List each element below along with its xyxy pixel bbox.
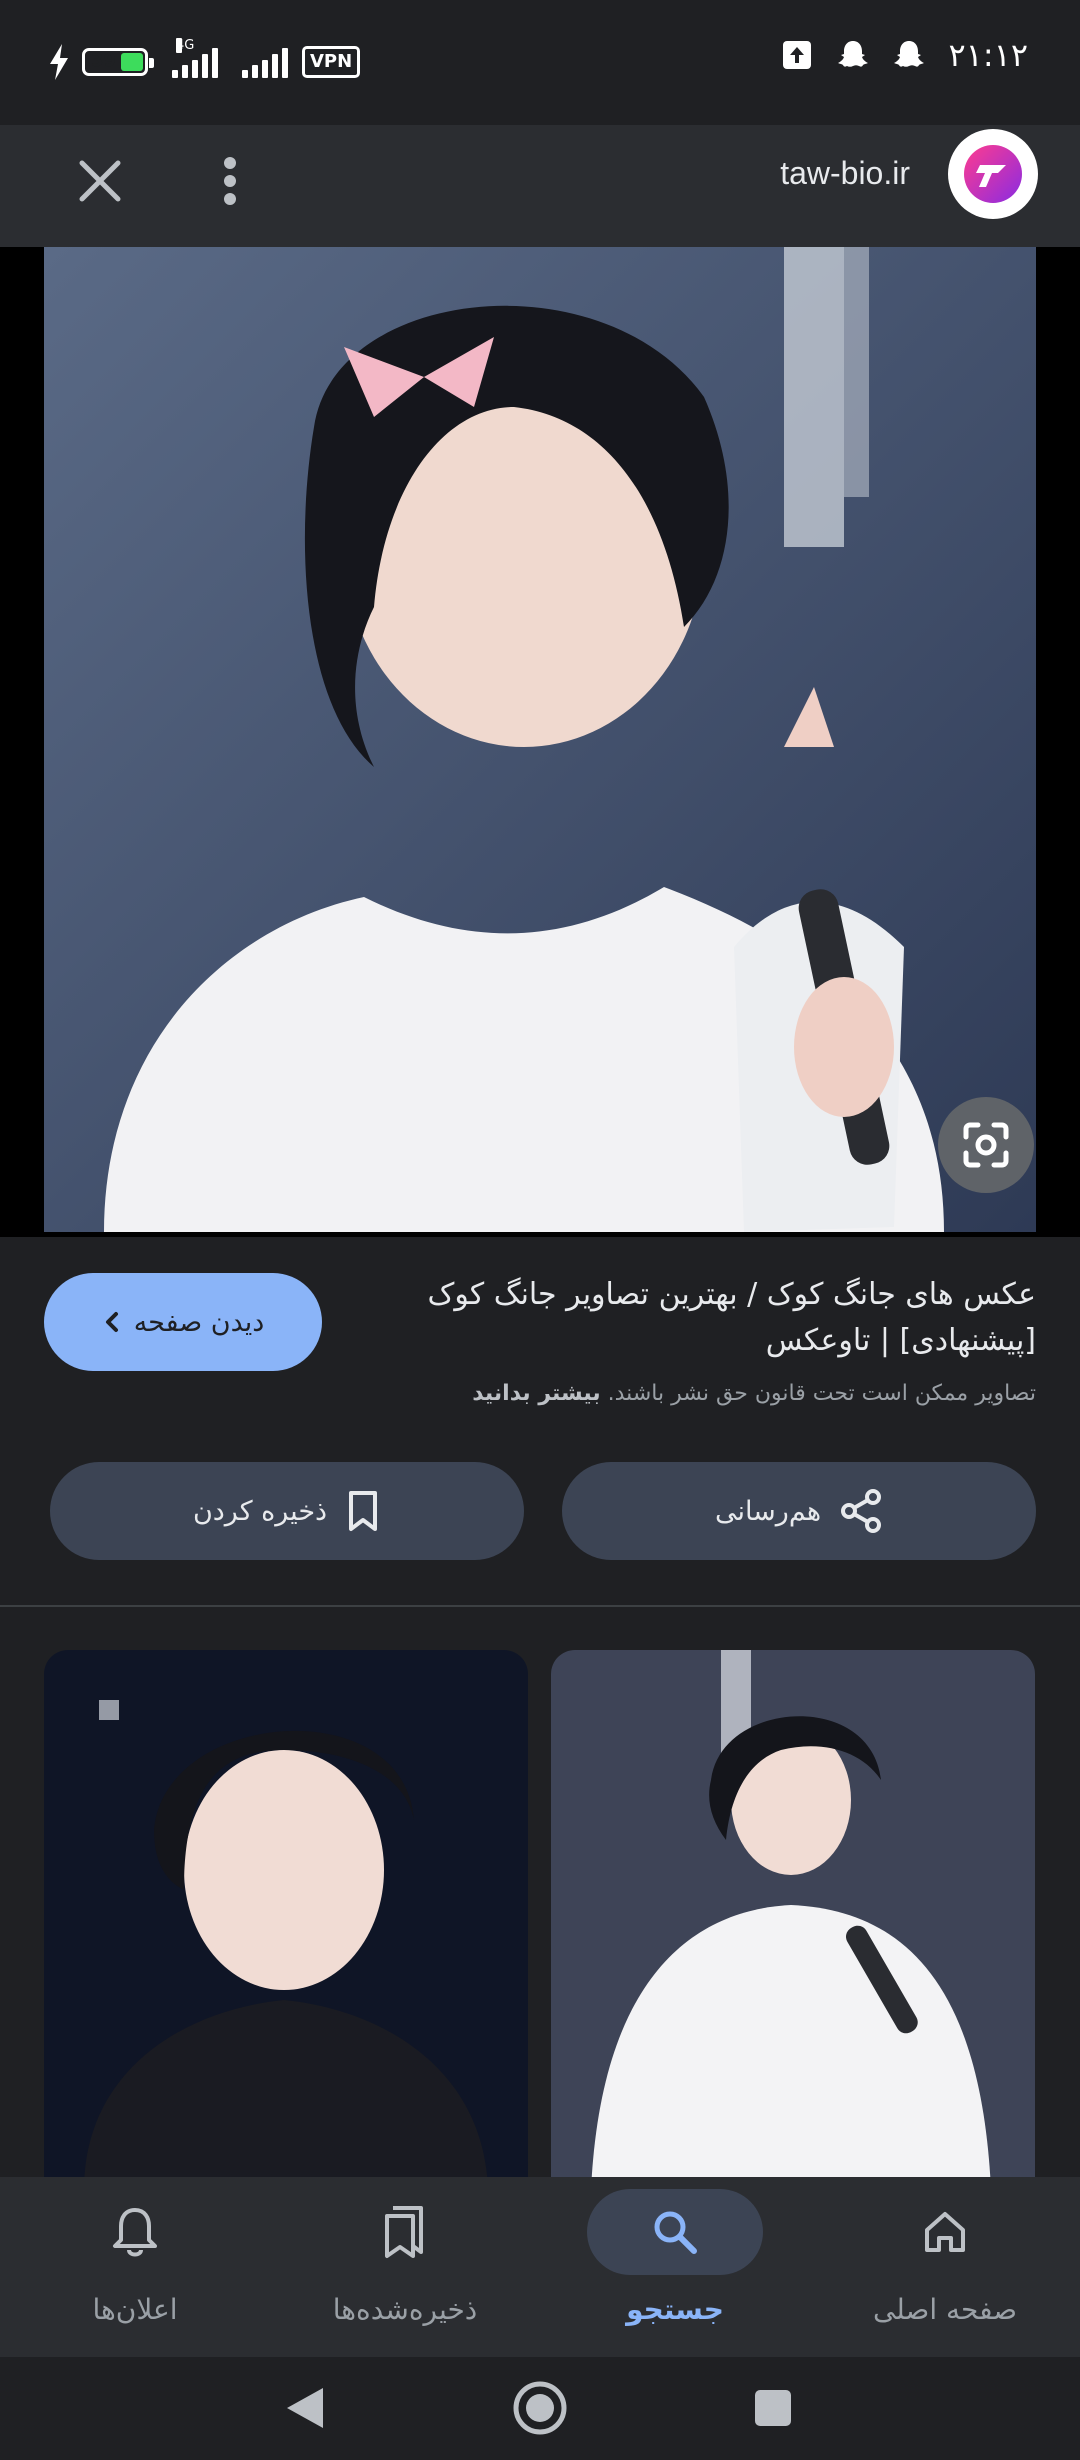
share-label: هم‌رسانی — [714, 1495, 822, 1527]
search-icon — [654, 2211, 697, 2254]
back-triangle-icon — [287, 2388, 323, 2428]
vpn-badge: VPN — [302, 46, 361, 78]
snapchat-icon — [838, 41, 869, 67]
close-icon — [79, 160, 121, 202]
system-back-button[interactable] — [270, 2373, 340, 2443]
google-lens-button[interactable] — [938, 1097, 1034, 1193]
share-button[interactable]: هم‌رسانی — [562, 1462, 1036, 1560]
signal-icon-2 — [242, 46, 288, 78]
main-image-photo — [44, 247, 1036, 1232]
more-options-button[interactable] — [205, 151, 255, 211]
view-page-button[interactable]: دیدن صفحه — [44, 1273, 322, 1371]
network-type: 4G — [176, 38, 195, 53]
status-right: ۲۱:۱۲ — [780, 36, 1028, 74]
signal-icon: 4G — [172, 38, 218, 78]
copyright-notice: تصاویر ممکن است تحت قانون حق نشر باشند. … — [472, 1381, 1036, 1406]
chevron-left-icon — [105, 1312, 118, 1332]
learn-more-link[interactable]: بیشتر بدانید — [472, 1381, 600, 1406]
system-recents-button[interactable] — [738, 2373, 808, 2443]
divider — [0, 1605, 1080, 1607]
main-image[interactable] — [44, 247, 1036, 1232]
bell-icon — [113, 2208, 157, 2257]
related-image-1-photo — [44, 1650, 528, 2190]
nav-notifications-icon-box — [47, 2189, 223, 2275]
close-button[interactable] — [70, 151, 130, 211]
source-site-name[interactable]: taw-bio.ir — [780, 155, 910, 192]
saved-collections-icon — [385, 2206, 423, 2258]
nav-saved-label: ذخیره‌شده‌ها — [332, 2293, 478, 2326]
nav-notifications[interactable]: اعلان‌ها — [0, 2189, 270, 2349]
upload-notification-icon — [783, 41, 812, 69]
result-title[interactable]: عکس های جانگ کوک / بهترین تصاویر جانگ کو… — [416, 1272, 1036, 1364]
nav-search[interactable]: جستجو — [540, 2189, 810, 2349]
related-image-1[interactable] — [44, 1650, 528, 2190]
recents-square-icon — [755, 2390, 791, 2426]
image-preview-area — [0, 247, 1080, 1237]
battery-level: 39 — [91, 50, 117, 71]
view-page-label: دیدن صفحه — [133, 1306, 265, 1338]
charging-icon — [50, 44, 68, 80]
nav-saved[interactable]: ذخیره‌شده‌ها — [270, 2189, 540, 2349]
status-left: 39 4G VPN — [50, 38, 361, 80]
system-home-button[interactable] — [505, 2373, 575, 2443]
site-logo-icon — [964, 145, 1022, 203]
home-icon — [925, 2212, 965, 2252]
nav-search-icon-box — [587, 2189, 763, 2275]
system-navigation-bar — [0, 2357, 1080, 2460]
google-lens-icon — [963, 1122, 1009, 1168]
battery-fill — [121, 53, 143, 71]
copyright-text: تصاویر ممکن است تحت قانون حق نشر باشند. — [607, 1381, 1036, 1406]
snapchat-icon-2 — [894, 41, 925, 67]
result-details: عکس های جانگ کوک / بهترین تصاویر جانگ کو… — [0, 1237, 1080, 1607]
nav-home-label: صفحه اصلی — [872, 2293, 1018, 2326]
share-icon — [841, 1489, 882, 1533]
nav-home-icon-box — [857, 2189, 1033, 2275]
nav-search-label: جستجو — [626, 2293, 724, 2326]
site-logo[interactable] — [948, 129, 1038, 219]
nav-home[interactable]: صفحه اصلی — [810, 2189, 1080, 2349]
clock: ۲۱:۱۲ — [948, 36, 1028, 74]
battery-icon: 39 — [82, 48, 154, 76]
nav-notifications-label: اعلان‌ها — [92, 2293, 178, 2326]
more-vert-icon — [224, 157, 236, 205]
related-image-2[interactable] — [551, 1650, 1035, 2190]
save-button[interactable]: ذخیره کردن — [50, 1462, 524, 1560]
bookmark-icon — [349, 1491, 378, 1531]
viewer-top-bar: taw-bio.ir — [0, 125, 1080, 247]
save-label: ذخیره کردن — [192, 1495, 328, 1527]
related-image-2-photo — [551, 1650, 1035, 2190]
status-bar: 39 4G VPN ۲۱:۱۲ — [0, 0, 1080, 125]
home-circle-icon — [513, 2381, 567, 2435]
nav-saved-icon-box — [317, 2189, 493, 2275]
bottom-navigation: صفحه اصلی جستجو ذخیره‌شده‌ها اعلان‌ها — [0, 2177, 1080, 2357]
